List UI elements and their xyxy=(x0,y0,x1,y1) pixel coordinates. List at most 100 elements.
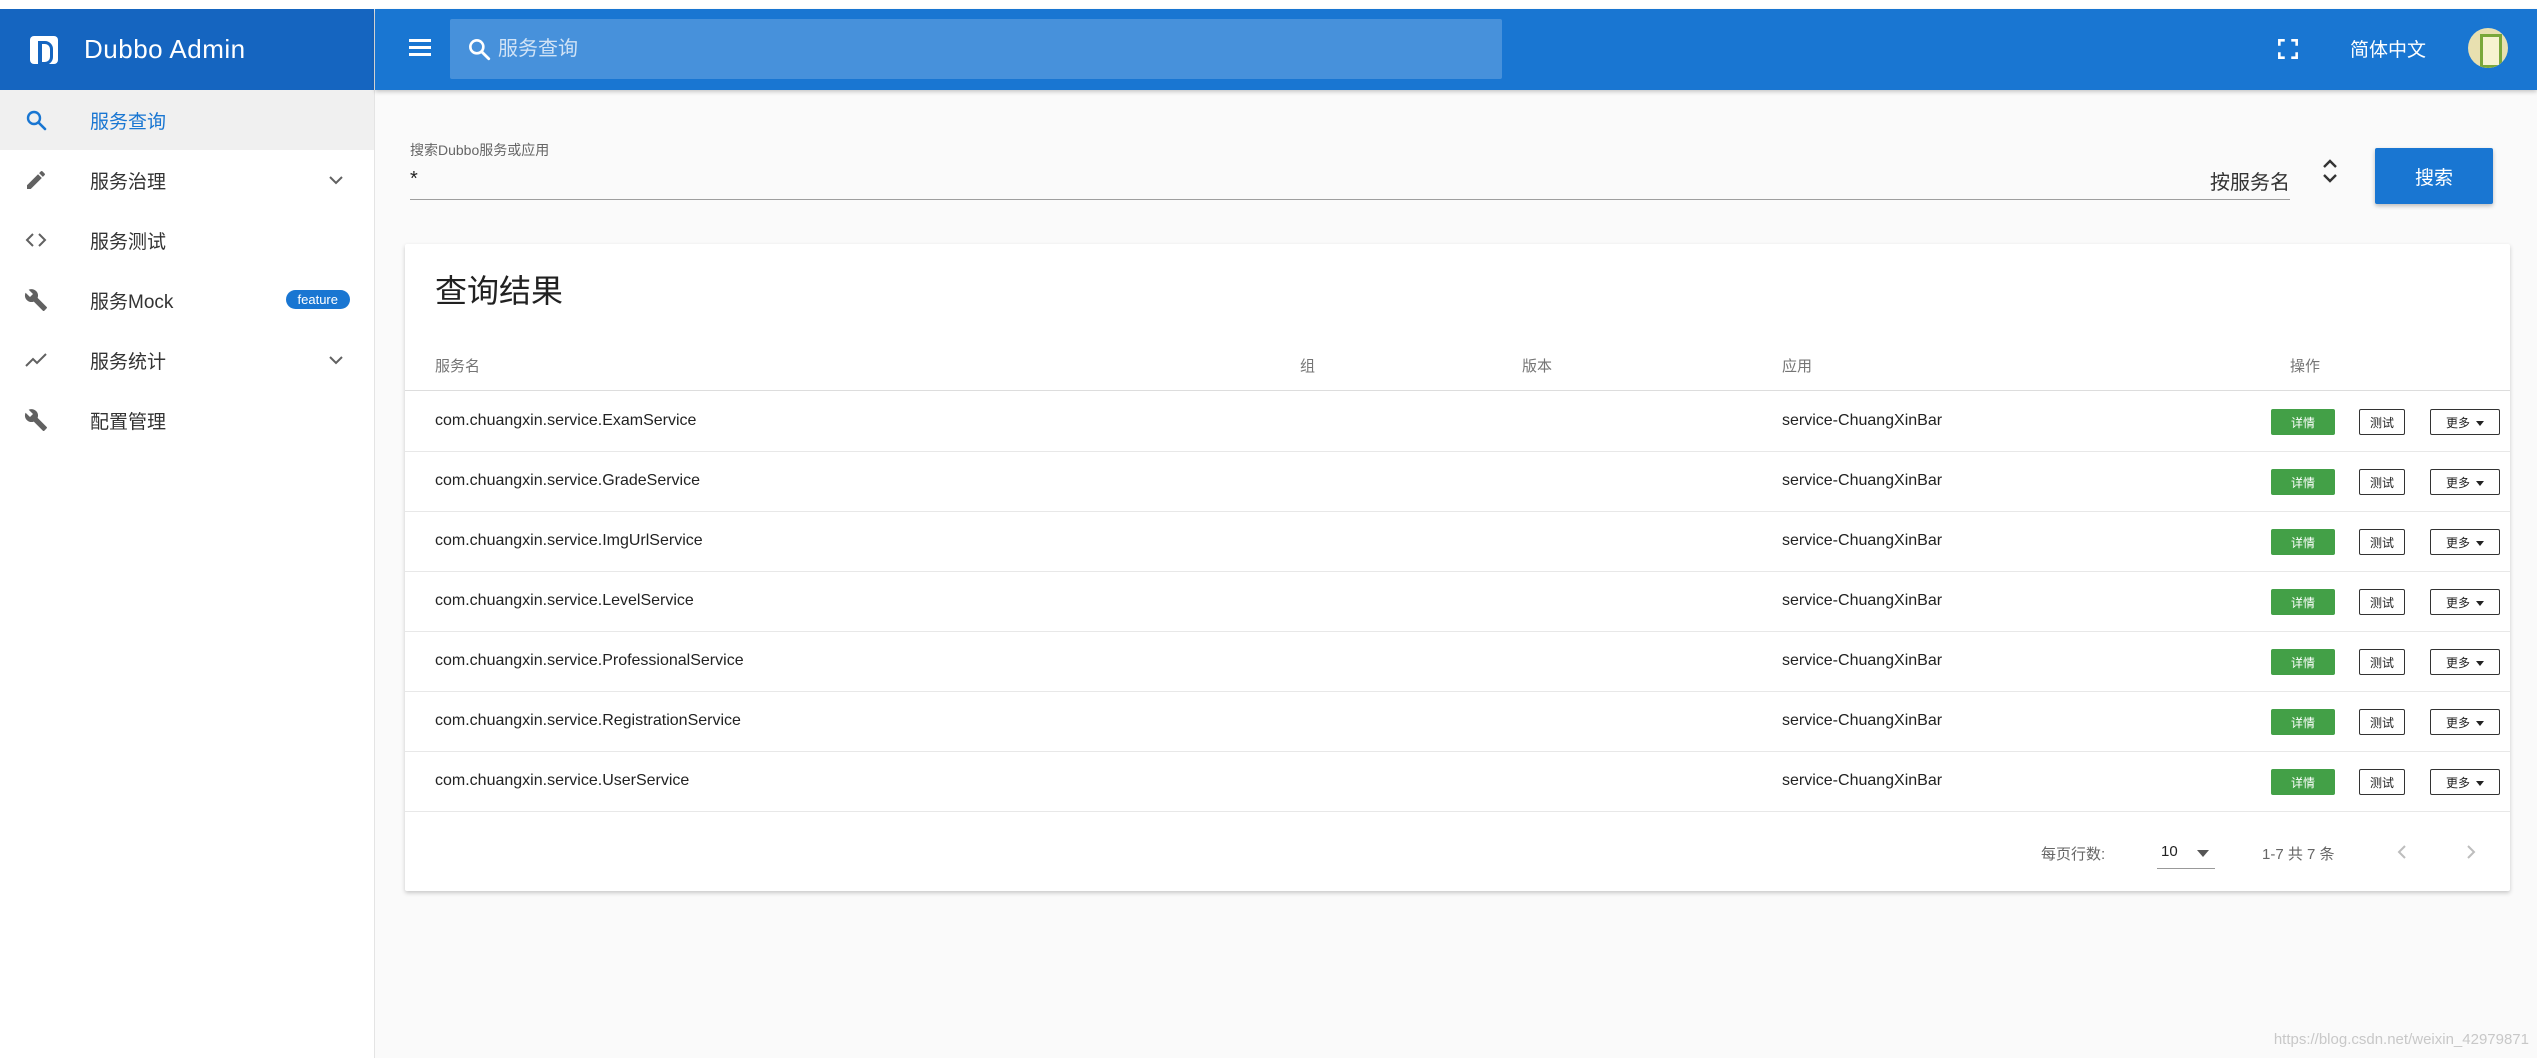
column-header-group[interactable]: 组 xyxy=(1300,355,1315,376)
test-button[interactable]: 测试 xyxy=(2359,469,2405,495)
more-button[interactable]: 更多 xyxy=(2430,469,2500,495)
watermark: https://blog.csdn.net/weixin_42979871 xyxy=(2273,1031,2529,1048)
trending-icon xyxy=(22,346,50,374)
more-button[interactable]: 更多 xyxy=(2430,409,2500,435)
unfold-icon[interactable] xyxy=(2320,156,2340,186)
test-button[interactable]: 测试 xyxy=(2359,649,2405,675)
service-name-cell: com.chuangxin.service.ProfessionalServic… xyxy=(435,652,744,669)
more-button[interactable]: 更多 xyxy=(2430,709,2500,735)
app-cell: service-ChuangXinBar xyxy=(1782,532,1943,549)
caret-down-icon xyxy=(2476,720,2484,726)
chevron-down-icon[interactable] xyxy=(324,168,348,192)
table-row: com.chuangxin.service.ExamService service… xyxy=(405,392,2510,452)
service-name-cell: com.chuangxin.service.LevelService xyxy=(435,592,694,609)
search-button[interactable]: 搜索 xyxy=(2375,148,2493,204)
caret-down-icon xyxy=(2476,540,2484,546)
global-search[interactable] xyxy=(450,19,1502,79)
menu-icon[interactable] xyxy=(405,35,435,65)
table-row: com.chuangxin.service.UserService service… xyxy=(405,752,2510,812)
sidebar-item-label: 服务治理 xyxy=(90,171,167,193)
sidebar-item-config[interactable]: 配置管理 xyxy=(0,390,374,450)
caret-down-icon xyxy=(2476,420,2484,426)
service-name-cell: com.chuangxin.service.ExamService xyxy=(435,412,697,429)
column-header-service[interactable]: 服务名 xyxy=(435,355,480,376)
wrench-icon xyxy=(22,286,50,314)
column-header-version[interactable]: 版本 xyxy=(1522,355,1552,376)
feature-badge: feature xyxy=(285,290,350,309)
rows-per-page-select[interactable]: 10 xyxy=(2157,839,2215,869)
app-cell: service-ChuangXinBar xyxy=(1782,712,1943,729)
test-button[interactable]: 测试 xyxy=(2359,769,2405,795)
more-label: 更多 xyxy=(2445,535,2470,550)
more-button[interactable]: 更多 xyxy=(2430,529,2500,555)
test-button[interactable]: 测试 xyxy=(2359,709,2405,735)
results-card: 查询结果 服务名 组 版本 应用 操作 com.chuangxin.servic… xyxy=(405,244,2510,891)
pencil-icon xyxy=(22,166,50,194)
brand[interactable]: Dubbo Admin xyxy=(0,9,374,90)
more-label: 更多 xyxy=(2445,595,2470,610)
caret-down-icon xyxy=(2476,600,2484,606)
sidebar-item-label: 配置管理 xyxy=(90,411,167,433)
detail-button[interactable]: 详情 xyxy=(2271,769,2335,795)
detail-button[interactable]: 详情 xyxy=(2271,709,2335,735)
more-label: 更多 xyxy=(2445,415,2470,430)
app-cell: service-ChuangXinBar xyxy=(1782,412,1943,429)
table-row: com.chuangxin.service.LevelService servic… xyxy=(405,572,2510,632)
results-title: 查询结果 xyxy=(435,273,564,309)
app-cell: service-ChuangXinBar xyxy=(1782,772,1943,789)
service-name-cell: com.chuangxin.service.GradeService xyxy=(435,472,701,489)
column-header-app[interactable]: 应用 xyxy=(1782,355,1812,376)
table-row: com.chuangxin.service.ProfessionalServic… xyxy=(405,632,2510,692)
more-label: 更多 xyxy=(2445,775,2470,790)
search-label: 搜索Dubbo服务或应用 xyxy=(410,142,550,158)
sidebar-item-service-governance[interactable]: 服务治理 xyxy=(0,150,374,210)
table-footer: 每页行数: 10 1-7 共 7 条 xyxy=(405,817,2510,891)
more-label: 更多 xyxy=(2445,475,2470,490)
code-icon xyxy=(22,226,50,254)
search-field: 按服务名 xyxy=(410,164,2290,200)
global-search-input[interactable] xyxy=(498,37,1502,61)
caret-down-icon xyxy=(2476,660,2484,666)
caret-down-icon xyxy=(2476,780,2484,786)
service-name-cell: com.chuangxin.service.UserService xyxy=(435,772,690,789)
detail-button[interactable]: 详情 xyxy=(2271,589,2335,615)
avatar[interactable] xyxy=(2468,28,2508,68)
more-button[interactable]: 更多 xyxy=(2430,769,2500,795)
fullscreen-icon[interactable] xyxy=(2275,36,2301,62)
chevron-left-icon[interactable] xyxy=(2390,839,2414,865)
pagination-range: 1-7 共 7 条 xyxy=(2262,846,2335,863)
service-name-cell: com.chuangxin.service.ImgUrlService xyxy=(435,532,703,549)
table-row: com.chuangxin.service.ImgUrlService servi… xyxy=(405,512,2510,572)
chevron-down-icon[interactable] xyxy=(324,348,348,372)
search-icon xyxy=(466,36,492,62)
top-bar: 简体中文 xyxy=(375,9,2537,90)
rows-per-page-label: 每页行数: xyxy=(2041,846,2106,863)
more-button[interactable]: 更多 xyxy=(2430,649,2500,675)
chevron-right-icon[interactable] xyxy=(2459,839,2483,865)
sidebar-item-label: 服务测试 xyxy=(90,231,167,253)
test-button[interactable]: 测试 xyxy=(2359,529,2405,555)
app-cell: service-ChuangXinBar xyxy=(1782,592,1943,609)
sidebar-item-service-test[interactable]: 服务测试 xyxy=(0,210,374,270)
sidebar-item-service-search[interactable]: 服务查询 xyxy=(0,90,374,150)
app-cell: service-ChuangXinBar xyxy=(1782,652,1943,669)
search-icon xyxy=(22,106,50,134)
more-button[interactable]: 更多 xyxy=(2430,589,2500,615)
detail-button[interactable]: 详情 xyxy=(2271,469,2335,495)
table-row: com.chuangxin.service.GradeService servic… xyxy=(405,452,2510,512)
test-button[interactable]: 测试 xyxy=(2359,409,2405,435)
table-row: com.chuangxin.service.RegistrationServic… xyxy=(405,692,2510,752)
sidebar-nav: 服务查询 服务治理 服务测试 服务Mock feature 服务统计 配置管理 xyxy=(0,90,374,450)
sidebar-item-service-mock[interactable]: 服务Mock feature xyxy=(0,270,374,330)
rows-per-page-value: 10 xyxy=(2161,843,2178,860)
search-type-select[interactable]: 按服务名 xyxy=(2210,166,2290,195)
language-selector[interactable]: 简体中文 xyxy=(2350,35,2426,62)
detail-button[interactable]: 详情 xyxy=(2271,529,2335,555)
detail-button[interactable]: 详情 xyxy=(2271,649,2335,675)
test-button[interactable]: 测试 xyxy=(2359,589,2405,615)
more-label: 更多 xyxy=(2445,715,2470,730)
detail-button[interactable]: 详情 xyxy=(2271,409,2335,435)
search-input[interactable] xyxy=(410,164,2110,194)
app-cell: service-ChuangXinBar xyxy=(1782,472,1943,489)
sidebar-item-service-stats[interactable]: 服务统计 xyxy=(0,330,374,390)
